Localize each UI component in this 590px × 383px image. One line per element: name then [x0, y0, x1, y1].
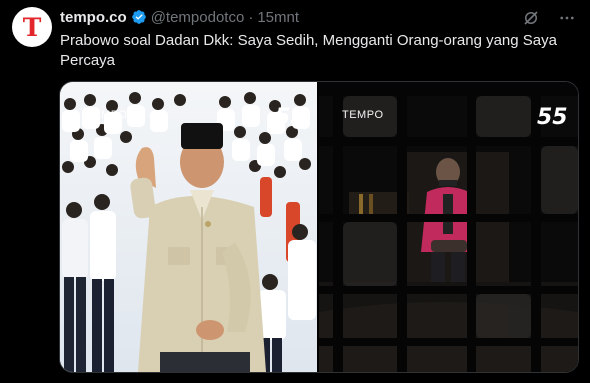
logo-55-left: 55 [275, 105, 306, 130]
photo-right[interactable]: TEMPO 55 [319, 82, 578, 372]
grok-icon[interactable] [522, 9, 540, 32]
separator-dot: · [248, 8, 254, 26]
logo-55-right: 55 [537, 105, 568, 130]
timestamp[interactable]: 15mnt [257, 9, 299, 26]
more-icon[interactable] [558, 9, 576, 32]
avatar[interactable]: T [12, 7, 52, 47]
tweet-text: Prabowo soal Dadan Dkk: Saya Sedih, Meng… [60, 32, 557, 69]
display-name[interactable]: tempo.co [60, 9, 127, 26]
photo-left[interactable]: TEMPO 55 [60, 82, 317, 372]
tweet-actions-top [522, 9, 576, 32]
tweet[interactable]: T tempo.co @tempodotco · 15mnt Prabowo s… [0, 0, 590, 383]
tempo-watermark-left: TEMPO [86, 109, 128, 121]
tweet-header: tempo.co @tempodotco · 15mnt [60, 7, 299, 27]
tempo-watermark-right: TEMPO [342, 109, 384, 121]
tweet-media[interactable]: TEMPO 55 TEMPO 55 [59, 81, 579, 373]
handle[interactable]: @tempodotco [151, 9, 245, 26]
verified-badge-icon [131, 9, 147, 25]
avatar-logo-letter: T [22, 12, 42, 42]
